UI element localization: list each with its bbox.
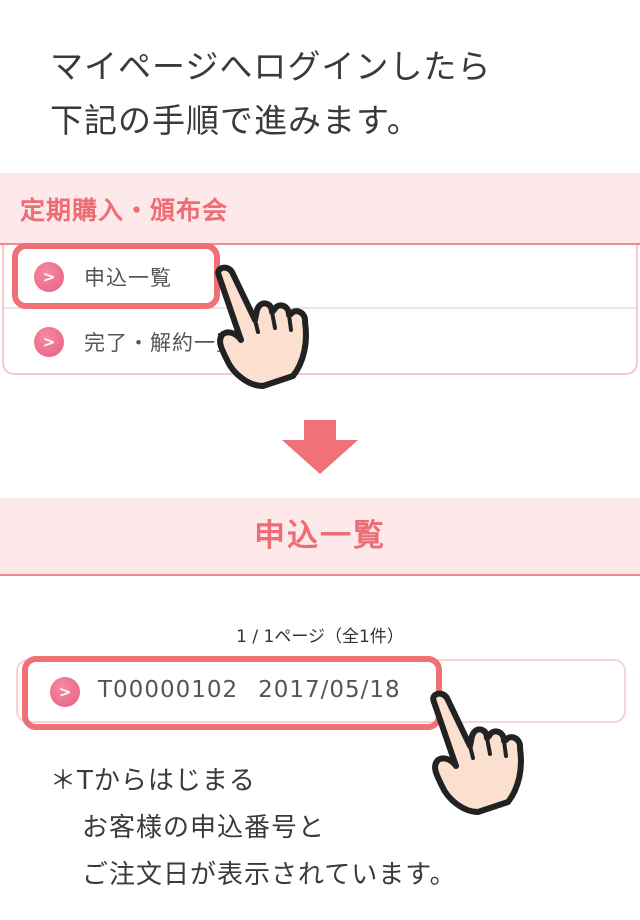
- page-title-band: 申込一覧: [0, 498, 640, 576]
- note-line-1: ＊Tからはじまる: [50, 766, 256, 796]
- intro-line-2: 下記の手順で進みます。: [50, 101, 421, 140]
- down-arrow-icon: [282, 420, 358, 474]
- chevron-right-icon: >: [34, 327, 64, 357]
- intro-text: マイページへログインしたら 下記の手順で進みます。: [50, 40, 610, 148]
- pagination-info: 1 / 1ページ（全1件）: [236, 627, 404, 647]
- section-title: 定期購入・頒布会: [20, 196, 229, 225]
- section-header: 定期購入・頒布会: [0, 173, 640, 245]
- intro-line-1: マイページへログインしたら: [50, 47, 492, 86]
- note-line-2: お客様の申込番号と: [82, 813, 326, 843]
- highlight-frame: [12, 243, 220, 309]
- highlight-frame: [22, 656, 442, 730]
- page-title: 申込一覧: [254, 518, 386, 554]
- note-line-3: ご注文日が表示されています。: [82, 860, 457, 890]
- explanatory-note: ＊Tからはじまる お客様の申込番号と ご注文日が表示されています。: [50, 758, 457, 899]
- pointing-hand-icon: [215, 264, 309, 389]
